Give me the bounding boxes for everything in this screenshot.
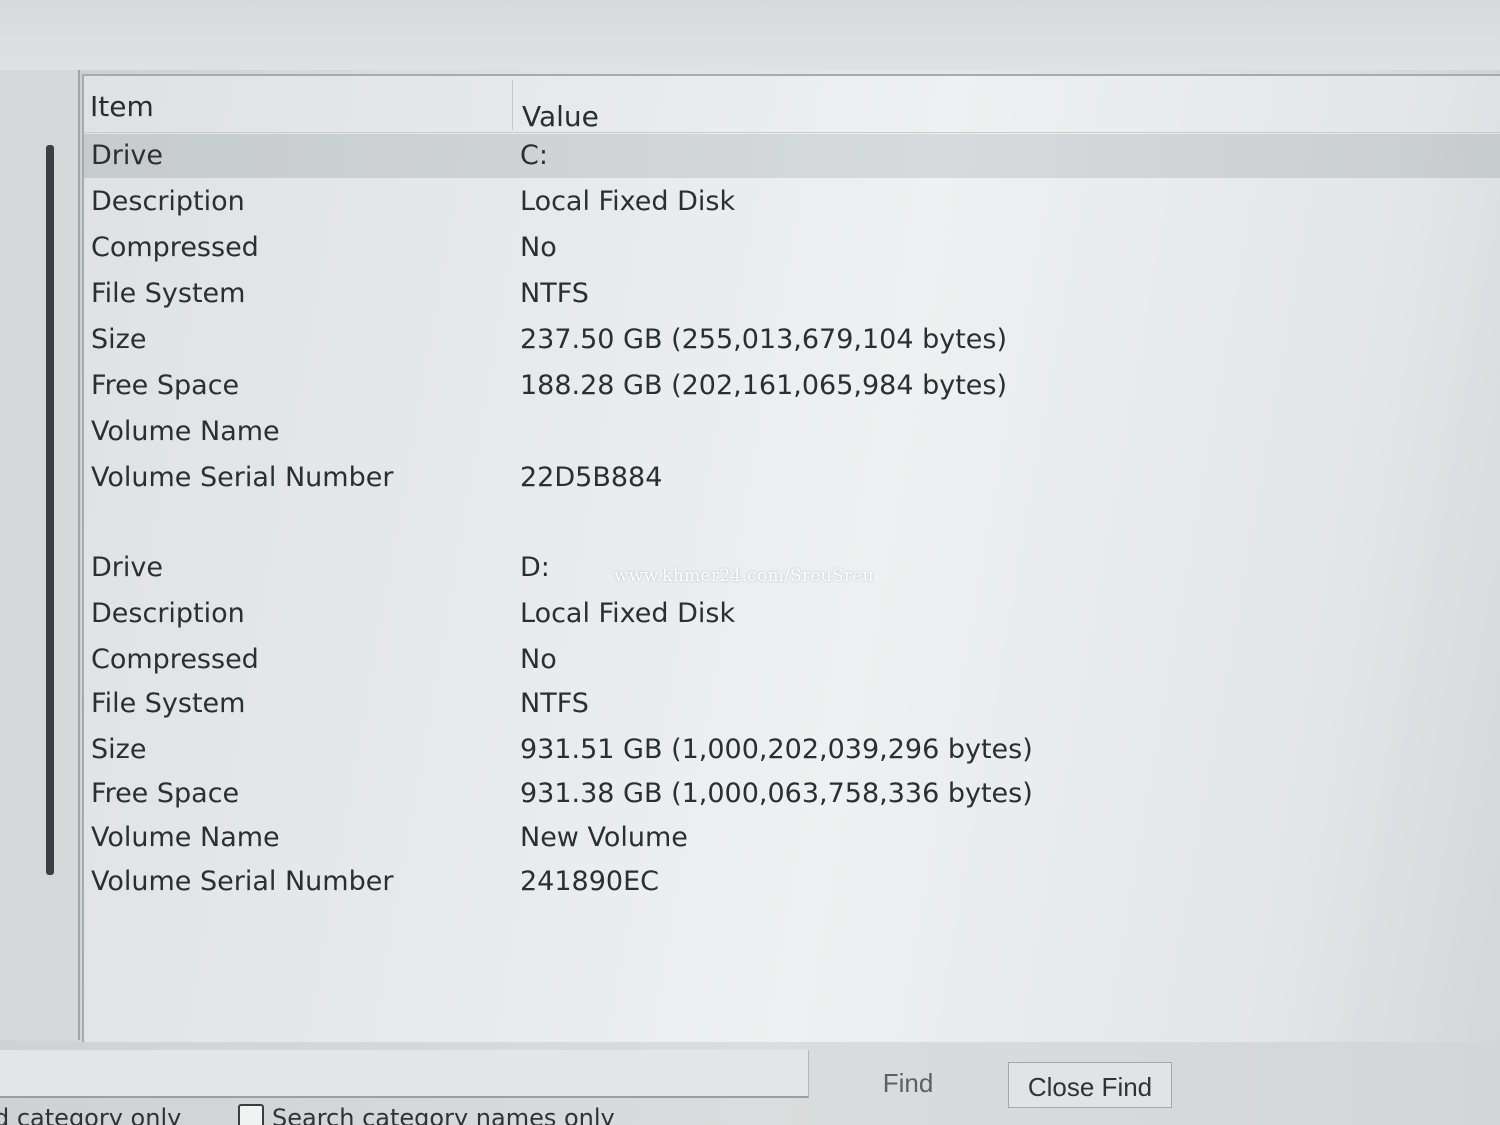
row-value: No bbox=[520, 644, 557, 675]
find-what-input[interactable] bbox=[0, 1050, 809, 1098]
window-top-area bbox=[0, 0, 1500, 70]
row-item: Volume Serial Number bbox=[91, 866, 394, 897]
row-value: 241890EC bbox=[520, 866, 659, 897]
table-row[interactable]: Compressed No bbox=[84, 226, 1500, 270]
row-value: D: bbox=[520, 552, 550, 583]
row-value: NTFS bbox=[520, 688, 589, 719]
column-header-item[interactable]: Item bbox=[90, 90, 154, 123]
table-row[interactable]: Compressed No bbox=[84, 638, 1500, 682]
watermark-text: www.khmer24.com/SreuSreu bbox=[614, 566, 874, 586]
row-item: Size bbox=[91, 324, 147, 355]
row-value: No bbox=[520, 232, 557, 263]
table-row[interactable]: Volume Serial Number 241890EC bbox=[84, 860, 1500, 904]
category-tree-pane[interactable] bbox=[0, 70, 80, 1040]
close-find-button[interactable]: Close Find bbox=[1008, 1062, 1172, 1108]
row-item: Drive bbox=[91, 140, 163, 171]
row-item: Description bbox=[91, 598, 245, 629]
table-row[interactable]: Volume Name bbox=[84, 410, 1500, 454]
row-item: Compressed bbox=[91, 232, 259, 263]
row-item: File System bbox=[91, 278, 246, 309]
table-row[interactable]: Description Local Fixed Disk bbox=[84, 592, 1500, 636]
row-item: Free Space bbox=[91, 370, 240, 401]
row-item: Free Space bbox=[91, 778, 240, 809]
search-category-names-label[interactable]: Search category names only bbox=[272, 1104, 615, 1125]
table-row[interactable]: File System NTFS bbox=[84, 272, 1500, 316]
row-item: Volume Name bbox=[91, 822, 280, 853]
row-value: 931.51 GB (1,000,202,039,296 bytes) bbox=[520, 734, 1033, 765]
table-row[interactable]: Free Space 188.28 GB (202,161,065,984 by… bbox=[84, 364, 1500, 408]
table-row[interactable]: Volume Name New Volume bbox=[84, 816, 1500, 860]
row-item: Drive bbox=[91, 552, 163, 583]
row-item: File System bbox=[91, 688, 246, 719]
row-value: NTFS bbox=[520, 278, 589, 309]
find-button[interactable]: Find bbox=[842, 1060, 974, 1104]
table-row-spacer[interactable] bbox=[84, 500, 1500, 544]
row-item: Compressed bbox=[91, 644, 259, 675]
table-row[interactable]: Drive C: bbox=[84, 134, 1500, 178]
table-row[interactable]: Volume Serial Number 22D5B884 bbox=[84, 456, 1500, 500]
row-value: C: bbox=[520, 140, 548, 171]
column-header-value[interactable]: Value bbox=[522, 100, 599, 133]
row-item: Description bbox=[91, 186, 245, 217]
details-list-view[interactable]: Item Value Drive C: Description Local Fi… bbox=[82, 74, 1500, 1044]
search-category-names-checkbox[interactable] bbox=[238, 1104, 264, 1125]
row-item: Volume Serial Number bbox=[91, 462, 394, 493]
row-item: Volume Name bbox=[91, 416, 280, 447]
row-value: 22D5B884 bbox=[520, 462, 663, 493]
table-row[interactable]: Free Space 931.38 GB (1,000,063,758,336 … bbox=[84, 772, 1500, 816]
row-value: Local Fixed Disk bbox=[520, 186, 736, 217]
row-item: Size bbox=[91, 734, 147, 765]
system-information-window: Item Value Drive C: Description Local Fi… bbox=[0, 0, 1500, 1125]
row-value: 237.50 GB (255,013,679,104 bytes) bbox=[520, 324, 1008, 355]
row-value: Local Fixed Disk bbox=[520, 598, 736, 629]
find-bar: Find Close Find d category only Search c… bbox=[0, 1042, 1500, 1125]
row-value: 188.28 GB (202,161,065,984 bytes) bbox=[520, 370, 1008, 401]
list-header: Item Value bbox=[84, 76, 1500, 133]
table-row[interactable]: Size 237.50 GB (255,013,679,104 bytes) bbox=[84, 318, 1500, 362]
table-row[interactable]: File System NTFS bbox=[84, 682, 1500, 726]
row-value: 931.38 GB (1,000,063,758,336 bytes) bbox=[520, 778, 1033, 809]
tree-scrollbar[interactable] bbox=[46, 145, 54, 875]
table-row[interactable]: Description Local Fixed Disk bbox=[84, 180, 1500, 224]
column-divider[interactable] bbox=[512, 80, 513, 130]
table-row[interactable]: Size 931.51 GB (1,000,202,039,296 bytes) bbox=[84, 728, 1500, 772]
search-selected-category-label[interactable]: d category only bbox=[0, 1104, 181, 1125]
row-value: New Volume bbox=[520, 822, 688, 853]
